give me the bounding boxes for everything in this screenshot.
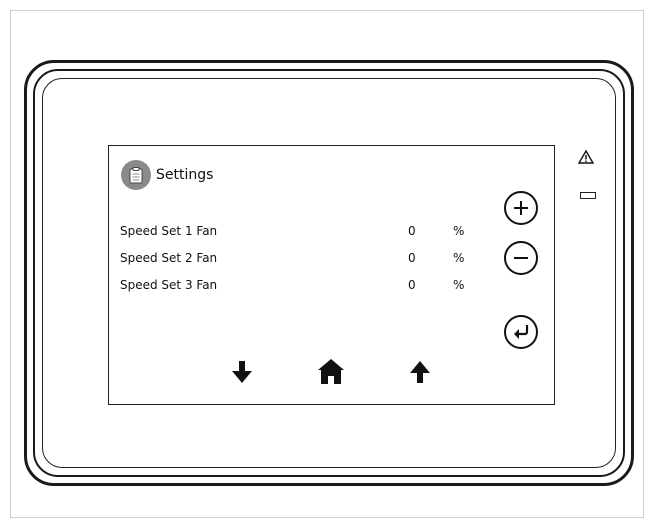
setting-value: 0: [408, 251, 416, 265]
screen-header: Settings: [121, 160, 213, 190]
enter-icon: [514, 325, 529, 339]
enter-button[interactable]: [504, 315, 538, 349]
setting-unit: %: [453, 224, 465, 238]
clipboard-icon: [121, 160, 151, 190]
setting-row[interactable]: Speed Set 3 Fan 0 %: [120, 278, 470, 294]
setting-value: 0: [408, 224, 416, 238]
arrow-up-icon[interactable]: [408, 359, 432, 385]
setting-unit: %: [453, 278, 465, 292]
setting-row[interactable]: Speed Set 2 Fan 0 %: [120, 251, 470, 267]
home-icon[interactable]: [317, 356, 345, 386]
page-title: Settings: [156, 167, 214, 183]
warning-triangle-icon: [578, 150, 594, 164]
setting-label: Speed Set 1 Fan: [120, 224, 218, 238]
arrow-down-icon[interactable]: [230, 359, 254, 385]
plus-icon: [514, 201, 528, 215]
setting-label: Speed Set 2 Fan: [120, 251, 218, 265]
touch-screen: Settings Speed Set 1 Fan 0 % Speed Set 2…: [108, 145, 555, 405]
setting-unit: %: [453, 251, 465, 265]
status-led: [580, 192, 596, 199]
setting-value: 0: [408, 278, 416, 292]
minus-icon: [514, 257, 528, 259]
setting-row[interactable]: Speed Set 1 Fan 0 %: [120, 224, 470, 240]
decrease-button[interactable]: [504, 241, 538, 275]
setting-label: Speed Set 3 Fan: [120, 278, 218, 292]
increase-button[interactable]: [504, 191, 538, 225]
